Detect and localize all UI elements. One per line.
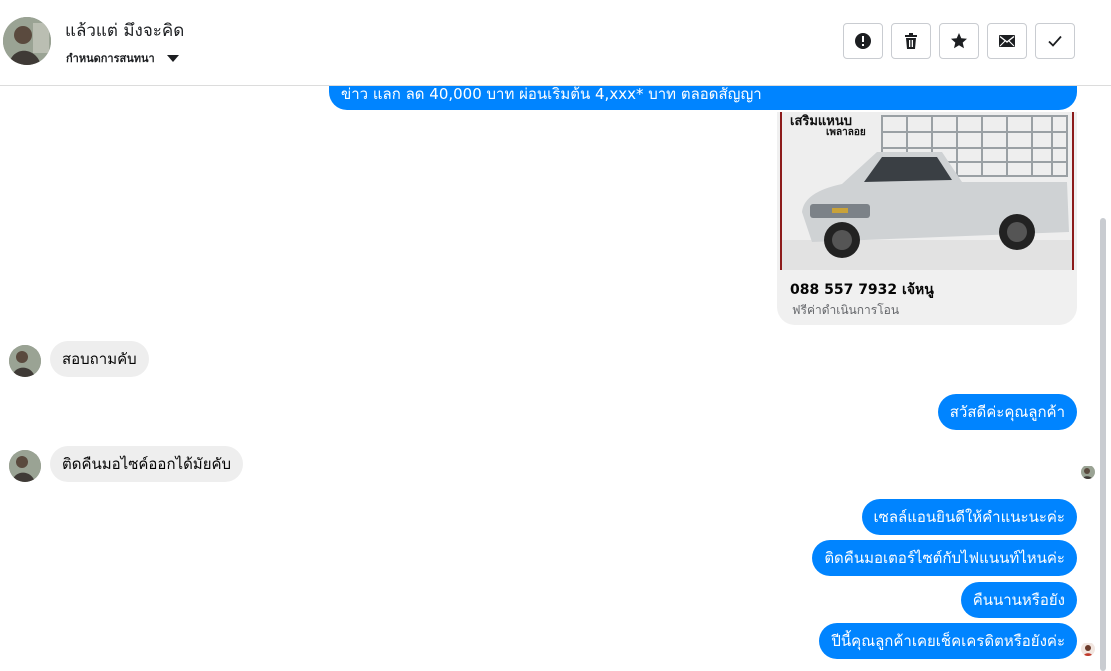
outgoing-message: เซลล์แอนยินดีให้คำแนะนะค่ะ <box>861 499 1077 535</box>
customer-avatar <box>9 450 41 482</box>
contact-avatar[interactable] <box>3 17 51 65</box>
delete-button[interactable] <box>891 23 931 59</box>
agent-seen-avatar <box>1081 642 1095 656</box>
incoming-message: ติดคืนมอไซค์ออกได้มัยคับ <box>50 446 244 482</box>
outgoing-message: ติดคืนมอเตอร์ไซต์กับไฟแนนท์ไหนค่ะ <box>812 540 1077 576</box>
star-icon <box>951 33 967 49</box>
contact-name: แล้วแต่ มึงจะคิด <box>65 21 185 41</box>
assign-conversation-dropdown[interactable]: กำหนดการสนทนา <box>66 49 179 67</box>
conversation-header: แล้วแต่ มึงจะคิด กำหนดการสนทนา <box>0 0 1111 86</box>
card-subtitle: ฟรีค่าดำเนินการโอน <box>792 303 900 317</box>
seen-indicator-avatar <box>1081 465 1095 479</box>
outgoing-message: ปีนี้คุณลูกค้าเคยเช็คเครดิตหรือยังค่ะ <box>819 623 1077 659</box>
conversation-scrollbar[interactable] <box>1100 218 1106 671</box>
mark-unread-button[interactable] <box>987 23 1027 59</box>
alert-icon <box>855 33 871 49</box>
star-button[interactable] <box>939 23 979 59</box>
ad-card-attachment[interactable]: เสริมแหนบ เพลาลอย 088 557 7932 เจ้หนู ฟร… <box>777 112 1077 325</box>
header-actions <box>843 23 1075 59</box>
outgoing-message: คืนนานหรือยัง <box>960 582 1077 618</box>
caret-down-icon <box>166 54 179 62</box>
outgoing-message: สวัสดีค่ะคุณลูกค้า <box>937 394 1077 430</box>
check-icon <box>1048 35 1062 47</box>
image-caption-secondary: เพลาลอย <box>826 127 866 138</box>
assign-label: กำหนดการสนทนา <box>66 52 155 65</box>
incoming-message: สอบถามคับ <box>50 341 149 377</box>
customer-avatar <box>9 345 41 377</box>
truck-image: เสริมแหนบ เพลาลอย <box>780 112 1074 270</box>
mark-done-button[interactable] <box>1035 23 1075 59</box>
card-title: 088 557 7932 เจ้หนู <box>790 282 934 298</box>
mail-icon <box>999 35 1015 47</box>
spam-button[interactable] <box>843 23 883 59</box>
trash-icon <box>905 33 917 49</box>
